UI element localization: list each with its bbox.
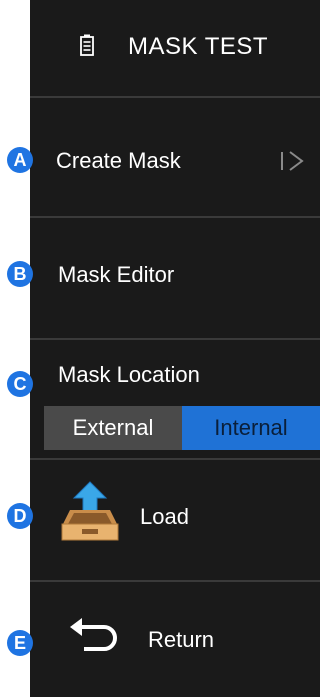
mask-editor-menu-item[interactable]: Mask Editor — [30, 218, 320, 338]
create-mask-menu-item[interactable]: Create Mask — [30, 98, 320, 216]
load-menu-item[interactable]: Load — [30, 460, 320, 580]
return-label: Return — [148, 627, 215, 652]
return-menu-item[interactable]: Return — [30, 582, 320, 697]
mask-location-label: Mask Location — [58, 362, 200, 387]
mask-test-menu-panel: MASK TEST Create Mask Mask Editor Mask L… — [30, 0, 320, 697]
external-option[interactable]: External — [44, 406, 182, 450]
badge-e: E — [7, 630, 33, 656]
badge-a: A — [7, 147, 33, 173]
menu-title-row: MASK TEST — [30, 0, 320, 96]
badge-d: D — [7, 503, 33, 529]
create-mask-label: Create Mask — [56, 148, 181, 173]
badge-b: B — [7, 261, 33, 287]
internal-option[interactable]: Internal — [182, 406, 320, 450]
load-label: Load — [140, 504, 189, 529]
mask-location-menu-item: Mask Location External Internal — [30, 340, 320, 458]
badge-c: C — [7, 371, 33, 397]
return-arrow-icon — [70, 618, 117, 651]
mask-location-toggle: External Internal — [44, 406, 320, 450]
submenu-arrow-icon — [281, 151, 304, 171]
menu-title: MASK TEST — [128, 33, 269, 60]
load-tray-icon — [61, 481, 119, 541]
document-icon — [80, 34, 94, 56]
mask-editor-label: Mask Editor — [58, 262, 175, 287]
